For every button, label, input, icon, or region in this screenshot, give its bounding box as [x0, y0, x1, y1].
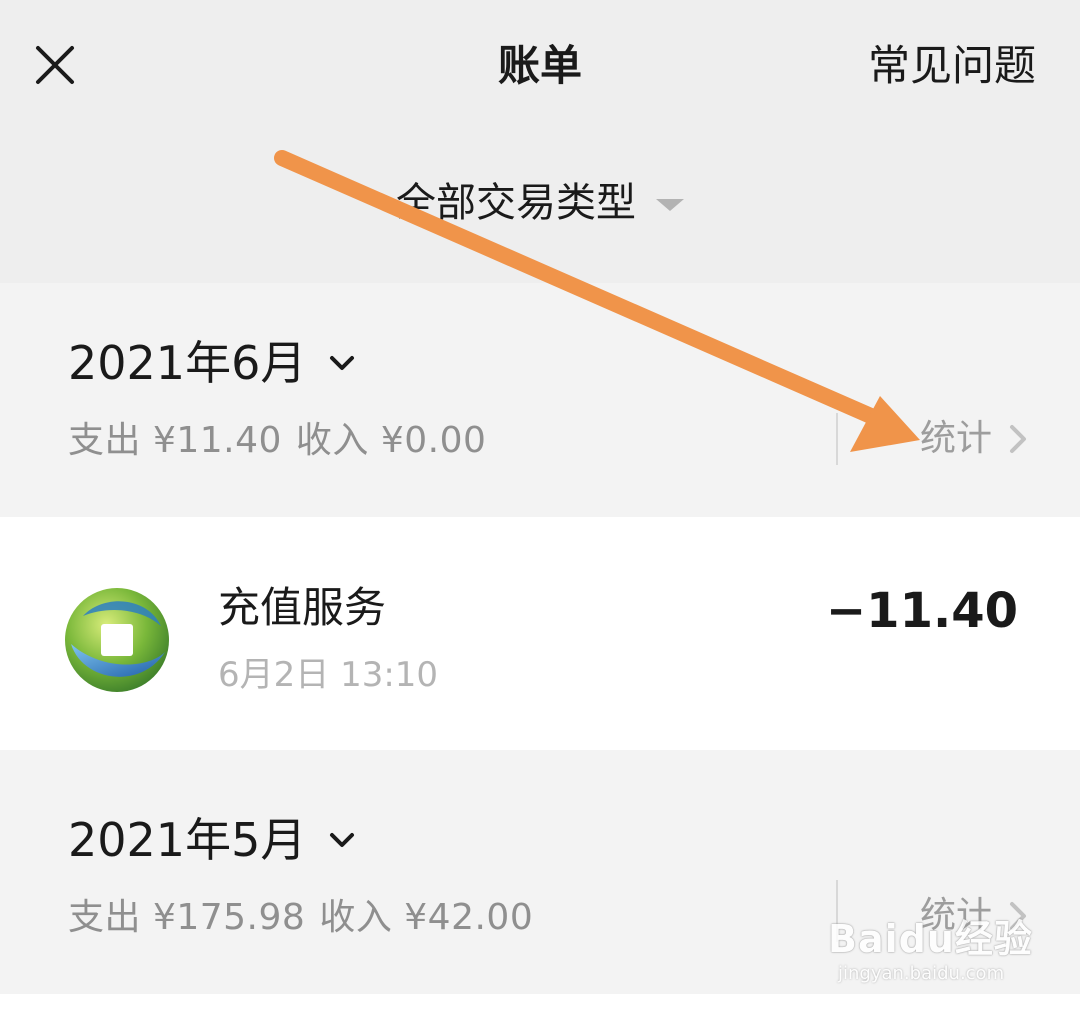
bottom-strip	[0, 994, 1080, 1010]
chevron-right-icon	[1010, 425, 1026, 453]
transaction-amount: −11.40	[825, 583, 1018, 639]
month-title: 2021年5月	[68, 813, 307, 867]
recharge-service-logo-icon	[65, 588, 169, 692]
transaction-time: 6月2日 13:10	[218, 655, 439, 695]
stats-label: 统计	[919, 418, 992, 459]
filter-label: 全部交易类型	[396, 180, 636, 226]
income-total: 收入 ¥42.00	[319, 897, 534, 938]
top-bar: 账单 常见问题	[0, 0, 1080, 128]
month-selector[interactable]: 2021年5月	[68, 810, 360, 870]
stats-divider	[836, 413, 838, 465]
watermark-logo: Baidu经验	[828, 917, 1033, 961]
watermark: Baidu经验 jingyan.baidu.com	[828, 908, 1033, 984]
income-total: 收入 ¥0.00	[295, 420, 487, 461]
chevron-down-icon	[330, 356, 355, 370]
month-summary: 支出 ¥175.98 收入 ¥42.00	[68, 894, 547, 942]
month-selector[interactable]: 2021年6月	[68, 333, 360, 393]
stats-button[interactable]: 统计	[920, 415, 1030, 463]
faq-link[interactable]: 常见问题	[868, 38, 1036, 94]
dropdown-triangle-icon	[656, 199, 684, 211]
watermark-url: jingyan.baidu.com	[838, 963, 1005, 984]
expense-total: 支出 ¥11.40	[68, 420, 282, 461]
chevron-down-icon	[330, 833, 355, 847]
month-title: 2021年6月	[68, 336, 307, 390]
month-section-june: 2021年6月 支出 ¥11.40 收入 ¥0.00 统计	[0, 283, 1080, 517]
expense-total: 支出 ¥175.98	[68, 897, 306, 938]
filter-bar: 全部交易类型	[0, 128, 1080, 283]
month-summary: 支出 ¥11.40 收入 ¥0.00	[68, 417, 500, 465]
transaction-type-filter[interactable]: 全部交易类型	[0, 176, 1080, 230]
transaction-title: 充值服务	[218, 583, 387, 632]
